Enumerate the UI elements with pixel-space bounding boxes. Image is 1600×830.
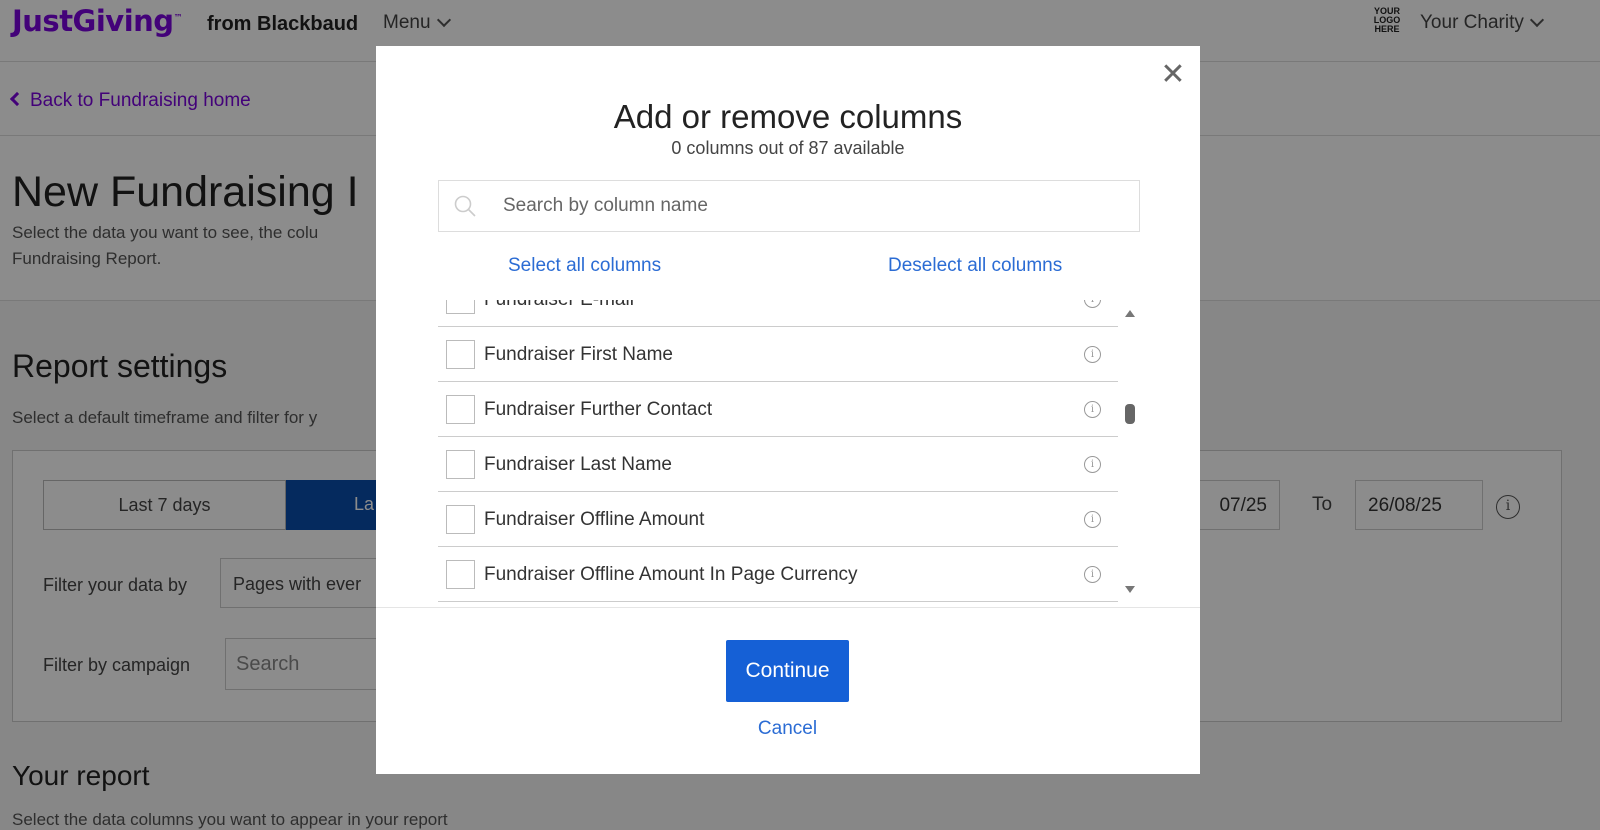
column-label: Fundraiser Offline Amount [484,509,705,530]
search-icon [454,195,476,217]
column-row[interactable]: Fundraiser Further Contact i [438,382,1118,437]
info-icon[interactable]: i [1084,566,1101,583]
info-icon[interactable]: i [1084,346,1101,363]
scroll-down-arrow-icon[interactable] [1125,586,1135,593]
column-row[interactable]: Fundraiser E-mail i [438,300,1118,327]
column-checkbox[interactable] [446,395,475,424]
continue-button[interactable]: Continue [726,640,849,702]
column-search-box [438,180,1140,232]
column-list-content: Fundraiser E-mail i Fundraiser First Name i… [438,300,1118,602]
column-checkbox[interactable] [446,450,475,479]
cancel-link[interactable]: Cancel [726,718,849,740]
close-icon[interactable]: ✕ [1158,60,1188,90]
column-label: Fundraiser Last Name [484,454,672,475]
column-row[interactable]: Fundraiser First Name i [438,327,1118,382]
scroll-up-arrow-icon[interactable] [1125,310,1135,317]
columns-count: 0 columns out of 87 available [671,138,905,158]
info-icon[interactable]: i [1084,511,1101,528]
select-all-columns-link[interactable]: Select all columns [508,255,661,277]
modal-footer-divider [376,607,1200,608]
column-row[interactable]: Fundraiser Offline Amount In Page Curren… [438,547,1118,602]
column-list: Fundraiser E-mail i Fundraiser First Name i… [438,300,1140,608]
column-label: Fundraiser First Name [484,344,673,365]
column-label: Fundraiser E-mail [484,300,634,311]
column-list-scrollbar[interactable] [1120,300,1140,605]
column-checkbox[interactable] [446,340,475,369]
column-label: Fundraiser Further Contact [484,399,713,420]
scroll-thumb[interactable] [1125,404,1135,424]
column-checkbox[interactable] [446,505,475,534]
modal-title: Add or remove columns [613,98,963,135]
column-row[interactable]: Fundraiser Offline Amount i [438,492,1118,547]
column-checkbox[interactable] [446,560,475,589]
info-icon[interactable]: i [1084,401,1101,418]
info-icon[interactable]: i [1084,456,1101,473]
column-checkbox[interactable] [446,300,475,314]
column-label: Fundraiser Offline Amount In Page Curren… [484,564,858,585]
deselect-all-columns-link[interactable]: Deselect all columns [888,255,1062,277]
column-search-input[interactable] [503,181,1123,231]
column-row[interactable]: Fundraiser Last Name i [438,437,1118,492]
info-icon[interactable]: i [1084,300,1101,308]
